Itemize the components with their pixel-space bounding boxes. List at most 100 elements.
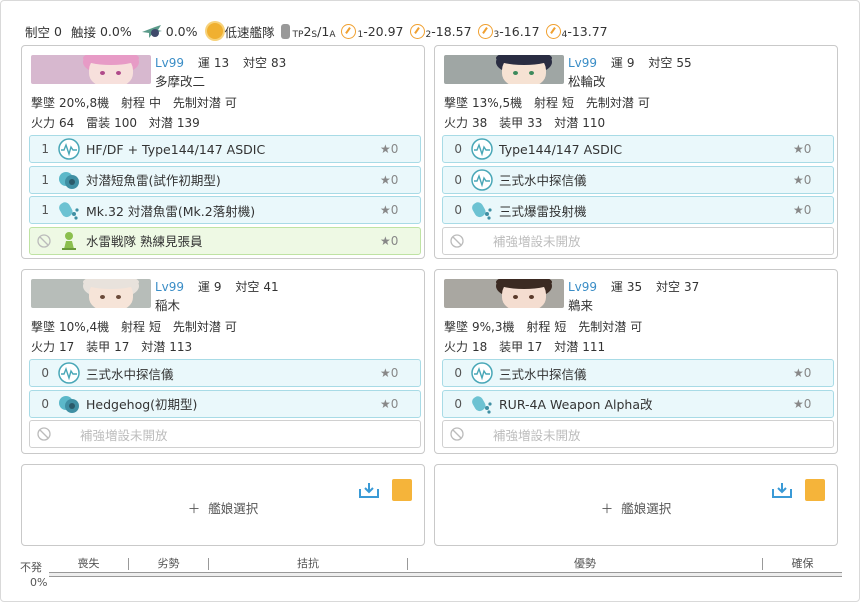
slot-count: 1 — [41, 142, 49, 156]
stat2-value: 17 — [527, 340, 543, 354]
shootdown-value: 10%,4機 — [59, 320, 110, 334]
equipment-slot[interactable]: 0 Hedgehog(初期型) ★0 — [29, 389, 421, 418]
aa-value: 83 — [271, 56, 287, 70]
equipment-slot[interactable]: 0 Type144/147 ASDIC ★0 — [442, 135, 834, 163]
ship-banner[interactable] — [444, 279, 564, 308]
import-icon[interactable] — [358, 481, 380, 499]
depth-charge-projector-icon — [471, 393, 493, 415]
gauge-segment-label: 拮抗 — [208, 558, 407, 570]
ship-level: Lv99 — [155, 280, 185, 294]
equipment-slot[interactable]: 0 RUR-4A Weapon Alpha改 ★0 — [442, 389, 834, 418]
tp-a-sub: A — [329, 30, 336, 40]
equipment-slot[interactable]: 0 三式水中探信儀 ★0 — [442, 359, 834, 387]
slot-count: 1 — [41, 172, 49, 187]
slot-count: 0 — [454, 366, 462, 380]
depth-charge-projector-icon — [58, 199, 80, 221]
shootdown-value: 20%,8機 — [59, 96, 110, 110]
gauge-segment-label: 劣勢 — [128, 558, 208, 570]
gauge-sub: 3 — [493, 30, 500, 40]
gauge-segment-label: 喪失 — [77, 557, 100, 570]
stat2-value: 33 — [527, 116, 543, 130]
air-state-gauge-labels: 喪失 劣勢 拮抗 優勢 確保 — [49, 558, 842, 572]
gauge-segment-label: 優勢 — [407, 558, 762, 570]
equipment-slot[interactable]: 水雷戦隊 熟練見張員 ★0 — [29, 226, 421, 255]
select-ship-button[interactable]: ＋ 艦娘選択 — [435, 498, 837, 517]
ship-level: Lv99 — [568, 280, 598, 294]
ship-stat-line: 火力 17 装甲 17 対潜 113 — [31, 338, 200, 355]
slot-count: 0 — [41, 396, 49, 411]
no-fire-label: 不発 — [20, 561, 42, 574]
luck-value: 13 — [213, 56, 230, 70]
clipboard-icon[interactable] — [392, 479, 412, 501]
asw-label: 対潜 — [141, 340, 166, 354]
import-icon[interactable] — [771, 481, 793, 499]
stat2-label: 装甲 — [499, 116, 524, 130]
air-control-label: 制空 — [25, 24, 51, 40]
equipment-slot[interactable]: 1 HF/DF + Type144/147 ASDIC ★0 — [29, 135, 421, 163]
tp-value: 2 — [303, 23, 312, 39]
improvement-star: ★0 — [380, 396, 399, 411]
depth-charge-icon — [58, 393, 80, 415]
equipment-slot[interactable]: 0 三式水中探信儀 ★0 — [442, 165, 834, 194]
ship-level-line: Lv99 運9 対空 41 — [155, 278, 289, 295]
aa-label: 対空 — [656, 280, 681, 294]
gauge-sub: 1 — [357, 30, 364, 40]
ship-name: 稲木 — [155, 298, 181, 313]
ship-name: 松輪改 — [568, 74, 606, 89]
shootdown-label: 撃墜 — [444, 96, 469, 110]
stat2-value: 17 — [114, 340, 130, 354]
oasw-value: 可 — [630, 320, 643, 334]
improvement-level: 0 — [390, 203, 399, 217]
asw-value: 110 — [582, 116, 606, 130]
ship-card[interactable]: Lv99 運9 対空 41 稲木 撃墜 10%,4機 射程短 先制対潜可 火力 17 … — [21, 269, 425, 454]
slot-count: 0 — [454, 396, 462, 411]
firepower-value: 38 — [472, 116, 488, 130]
improvement-star: ★0 — [380, 172, 399, 187]
ship-card[interactable]: Lv99 運 13 対空 83 多摩改二 撃墜 20%,8機 射程中 先制対潜可 火力… — [21, 45, 425, 259]
ship-name: 鵜来 — [568, 298, 594, 313]
select-ship-label: 艦娘選択 — [208, 501, 259, 516]
ship-card[interactable]: Lv99 運9 対空 55 松輪改 撃墜 13%,5機 射程短 先制対潜可 火力 38… — [434, 45, 838, 259]
tp-a-value: 1 — [321, 23, 330, 39]
oasw-value: 可 — [637, 96, 650, 110]
asw-value: 113 — [169, 340, 193, 354]
select-ship-button[interactable]: ＋ 艦娘選択 — [22, 498, 424, 517]
luck-label: 運 — [610, 280, 623, 294]
slot-count: 0 — [454, 203, 462, 217]
stat2-label: 装甲 — [499, 340, 524, 354]
ship-banner[interactable] — [444, 55, 564, 84]
empty-ship-slot[interactable]: ＋ 艦娘選択 — [434, 464, 838, 546]
gauge-icon — [477, 23, 493, 39]
range-value: 短 — [148, 320, 161, 334]
clipboard-icon[interactable] — [805, 479, 825, 501]
equipment-name: Type144/147 ASDIC — [499, 141, 623, 157]
sonar-icon — [58, 362, 80, 384]
equipment-slot[interactable]: 0 三式爆雷投射機 ★0 — [442, 196, 834, 224]
range-label: 射程 — [533, 96, 558, 110]
gauge-value: -20.97 — [363, 23, 404, 39]
luck-value: 9 — [213, 280, 222, 294]
equipment-slot[interactable]: 1 Mk.32 対潜魚雷(Mk.2落射機) ★0 — [29, 196, 421, 224]
equipment-name: 三式水中探信儀 — [499, 366, 587, 382]
shootdown-label: 撃墜 — [31, 320, 56, 334]
slot-count: 1 — [41, 203, 49, 217]
gauge-value: -16.17 — [499, 23, 540, 39]
empty-ship-slot[interactable]: ＋ 艦娘選択 — [21, 464, 425, 546]
ship-card[interactable]: Lv99 運 35 対空 37 鵜来 撃墜 9%,3機 射程短 先制対潜可 火力 18 … — [434, 269, 838, 454]
equipment-slot[interactable]: 1 対潜短魚雷(試作初期型) ★0 — [29, 165, 421, 194]
ship-stat-line: 火力 64 雷装 100 対潜 139 — [31, 114, 208, 131]
sonar-icon — [471, 362, 493, 384]
ship-banner[interactable] — [31, 55, 151, 84]
gauge-icon — [409, 23, 425, 39]
improvement-level: 0 — [803, 396, 812, 411]
range-label: 射程 — [120, 96, 145, 110]
firepower-value: 64 — [59, 116, 75, 130]
ship-banner[interactable] — [31, 279, 151, 308]
select-ship-label: 艦娘選択 — [621, 501, 672, 516]
equipment-name: 水雷戦隊 熟練見張員 — [86, 234, 203, 249]
contact-value: 0.0% — [99, 23, 132, 39]
oasw-label: 先制対潜 — [172, 96, 221, 110]
equipment-slot[interactable]: 0 三式水中探信儀 ★0 — [29, 359, 421, 387]
speed-icon — [206, 23, 223, 39]
range-value: 中 — [148, 96, 161, 110]
